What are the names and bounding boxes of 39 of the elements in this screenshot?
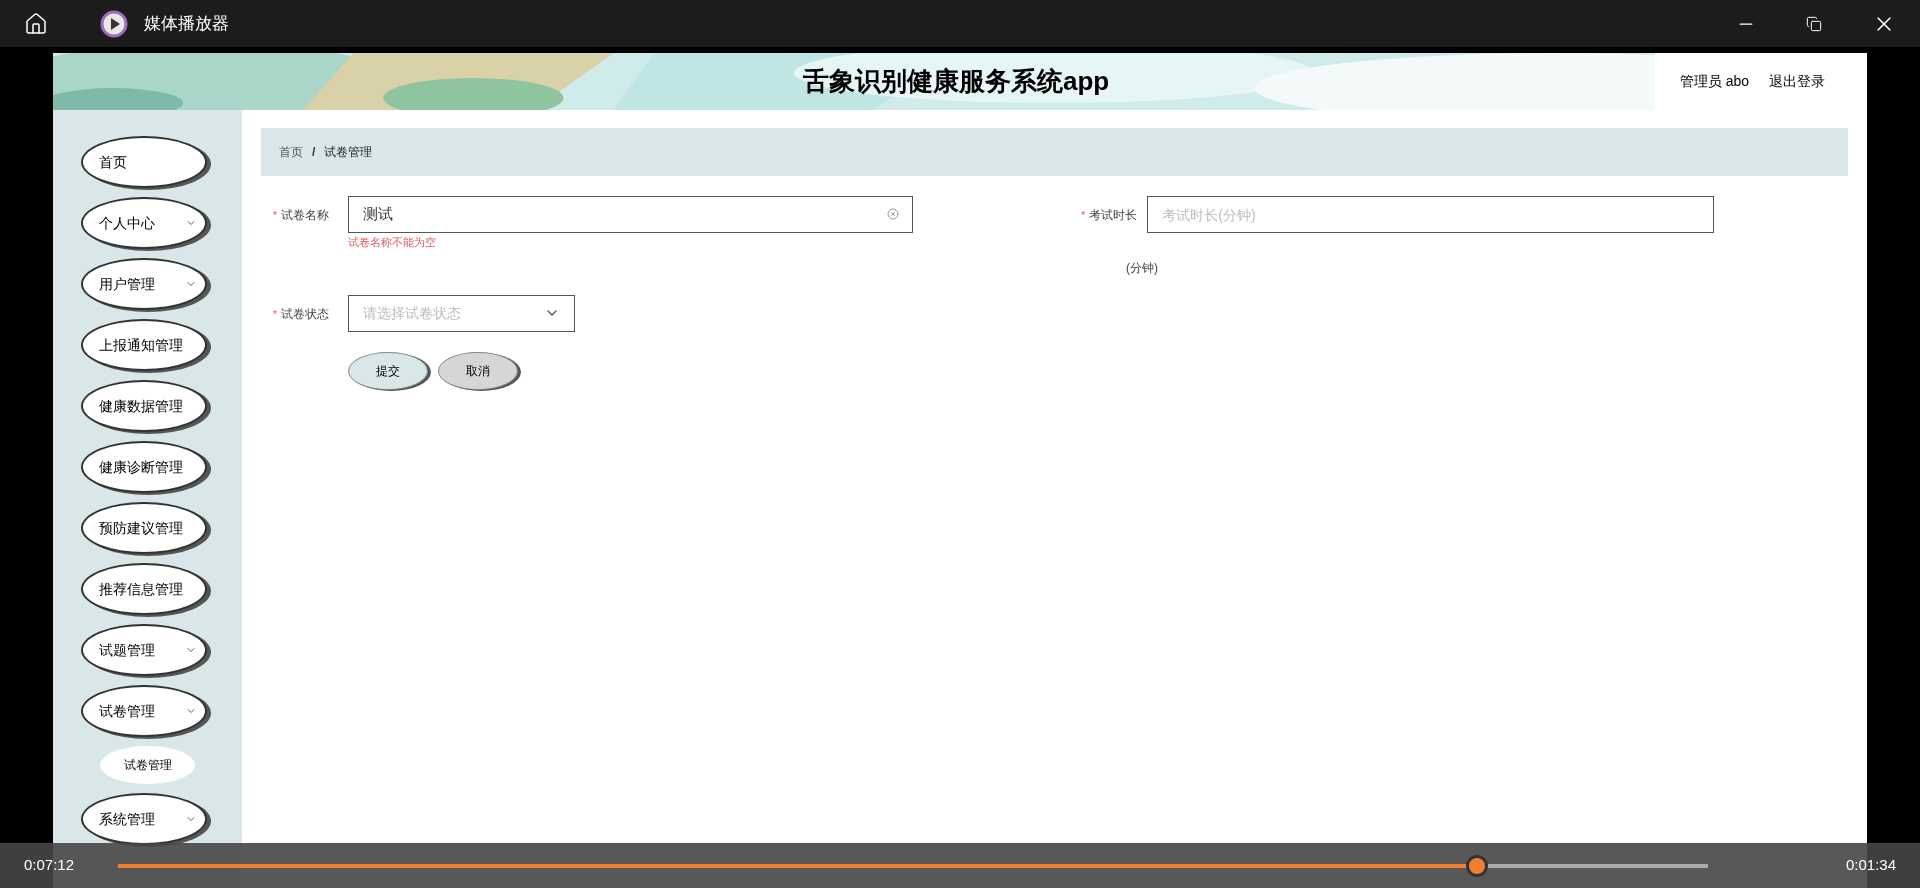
- field-label: 试卷名称: [281, 208, 329, 222]
- required-mark: *: [1081, 209, 1086, 221]
- submit-button[interactable]: 提交: [348, 351, 428, 390]
- play-logo-icon: [100, 9, 128, 38]
- elapsed-time: 0:07:12: [24, 855, 76, 876]
- breadcrumb-item: 试卷管理: [324, 144, 373, 161]
- sidebar-item[interactable]: 试卷管理: [81, 685, 207, 737]
- sidebar-item[interactable]: 试题管理: [81, 624, 207, 676]
- sidebar-item[interactable]: 健康数据管理: [81, 380, 207, 432]
- breadcrumb-separator: /: [312, 144, 316, 161]
- breadcrumb-item[interactable]: 首页: [279, 143, 303, 161]
- submenu-item[interactable]: 试卷管理: [100, 746, 195, 784]
- clear-icon[interactable]: [887, 208, 899, 220]
- window-title: 媒体播放器: [144, 12, 229, 35]
- home-icon[interactable]: [24, 11, 48, 36]
- sidebar-item[interactable]: 预防建议管理: [81, 502, 207, 554]
- unit-label: (分钟): [1126, 259, 1158, 277]
- app-title: 舌象识别健康服务系统app: [803, 65, 1110, 98]
- sidebar-item[interactable]: 推荐信息管理: [81, 563, 207, 615]
- remaining-time: 0:01:34: [1845, 855, 1896, 876]
- cancel-button[interactable]: 取消: [438, 351, 518, 390]
- sidebar-item[interactable]: 用户管理: [81, 258, 207, 310]
- sidebar-item[interactable]: 上报通知管理: [81, 319, 207, 371]
- field-label: 考试时长: [1089, 208, 1138, 222]
- user-label: 管理员 abo: [1679, 72, 1749, 91]
- sidebar-item[interactable]: 健康诊断管理: [81, 441, 207, 493]
- error-message: 试卷名称不能为空: [348, 235, 437, 250]
- logout-link[interactable]: 退出登录: [1769, 71, 1825, 92]
- seek-track[interactable]: [118, 853, 1708, 878]
- sidebar-item[interactable]: 系统管理: [81, 793, 207, 845]
- sidebar-item[interactable]: 首页: [81, 136, 207, 188]
- required-mark: *: [272, 307, 277, 320]
- seek-thumb[interactable]: [1466, 854, 1489, 877]
- sidebar-item[interactable]: 个人中心: [81, 197, 207, 249]
- restore-icon[interactable]: [1806, 15, 1822, 32]
- duration-field[interactable]: 考试时长(分钟): [1147, 196, 1715, 233]
- field-label: 试卷状态: [281, 306, 329, 321]
- name-field[interactable]: 测试: [348, 196, 913, 233]
- required-mark: *: [272, 209, 277, 221]
